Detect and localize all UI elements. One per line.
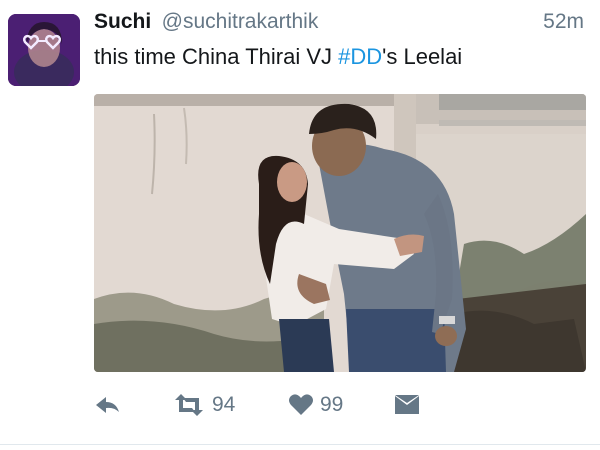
- tweet-card[interactable]: Suchi @suchitrakarthik 52m this time Chi…: [0, 0, 600, 450]
- display-name[interactable]: Suchi: [94, 10, 151, 33]
- tweet-text: this time China Thirai VJ #DD's Leelai: [94, 44, 462, 70]
- username[interactable]: @suchitrakarthik: [162, 10, 319, 33]
- tweet-photo[interactable]: [94, 94, 586, 372]
- tweet-actions: 94 99: [94, 390, 434, 420]
- reply-icon: [96, 397, 119, 413]
- retweet-count: 94: [212, 393, 236, 416]
- tweet-text-before: this time China Thirai VJ: [94, 44, 339, 69]
- like-button[interactable]: 99: [288, 390, 343, 420]
- timestamp[interactable]: 52m: [543, 10, 584, 34]
- heart-icon: [289, 394, 313, 415]
- like-count: 99: [320, 393, 344, 416]
- retweet-icon: [175, 394, 203, 416]
- reply-button[interactable]: [94, 390, 122, 420]
- tweet-header: Suchi @suchitrakarthik: [94, 10, 318, 40]
- tweet-divider: [0, 444, 600, 445]
- envelope-icon: [395, 395, 419, 414]
- avatar[interactable]: [8, 14, 80, 86]
- photo-couple-against-wall: [94, 94, 586, 372]
- retweet-button[interactable]: 94: [172, 390, 235, 420]
- hashtag-link[interactable]: #DD: [338, 44, 382, 69]
- direct-message-button[interactable]: [394, 390, 420, 420]
- avatar-image: [8, 14, 80, 86]
- tweet-text-after: 's Leelai: [382, 44, 463, 69]
